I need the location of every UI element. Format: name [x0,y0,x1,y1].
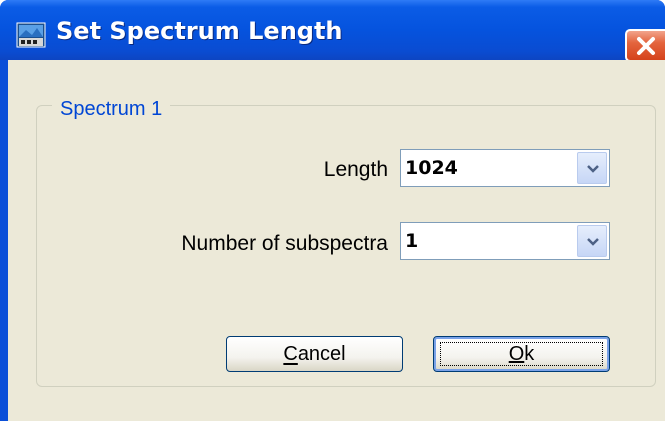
cancel-button[interactable]: Cancel [226,336,403,372]
ok-button-label: Ok [508,343,535,365]
length-value: 1024 [405,157,458,179]
dialog-client-area: Spectrum 1 Length 1024 Number of subspec… [8,60,665,421]
length-label: Length [323,158,388,181]
ok-button[interactable]: Ok [433,336,610,372]
close-button[interactable] [625,29,665,62]
chevron-down-icon [587,238,599,246]
cancel-button-label: Cancel [283,343,346,365]
chevron-down-icon [587,165,599,173]
subspectra-label: Number of subspectra [181,232,388,255]
close-icon [637,37,655,55]
spectrum-group-legend: Spectrum 1 [52,96,171,122]
length-combobox[interactable]: 1024 [400,149,610,187]
subspectra-value: 1 [405,230,419,252]
subspectra-dropdown-button[interactable] [577,225,607,257]
dialog-window: Set Spectrum Length Spectrum 1 Length 10… [0,0,665,421]
title-bar[interactable]: Set Spectrum Length [0,0,665,62]
app-icon [16,22,46,48]
subspectra-combobox[interactable]: 1 [400,222,610,260]
window-title: Set Spectrum Length [56,17,343,45]
length-dropdown-button[interactable] [577,152,607,184]
